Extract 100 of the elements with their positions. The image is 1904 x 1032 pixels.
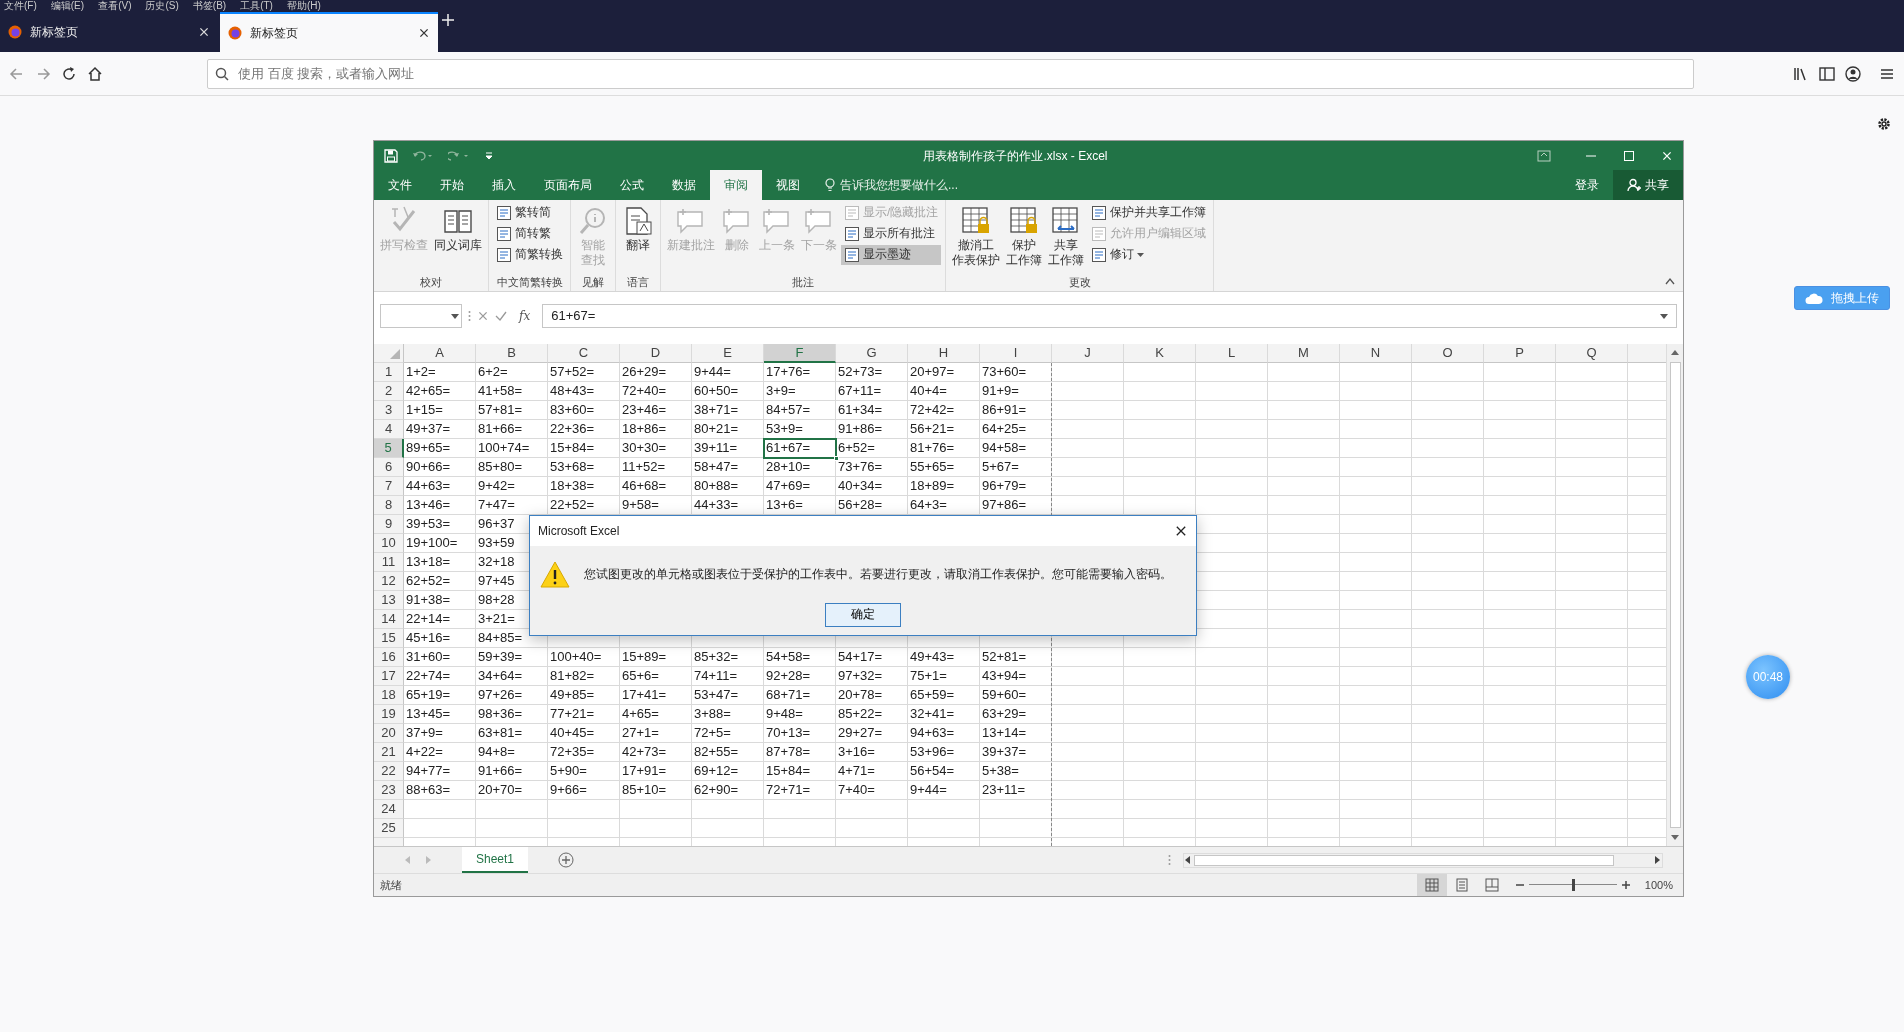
ribbon-button[interactable]: 共享 工作簿 [1046,203,1087,273]
column-header[interactable]: G [836,344,908,363]
row-header[interactable]: 9 [374,515,404,534]
ribbon-tab[interactable]: 页面布局 [530,170,606,200]
column-header[interactable]: K [1124,344,1196,363]
horizontal-scrollbar[interactable] [1183,852,1663,868]
ribbon-button[interactable]: 显示所有批注 [841,224,942,244]
row-header[interactable]: 7 [374,477,404,496]
row-header[interactable]: 4 [374,420,404,439]
share-button[interactable]: 共享 [1613,170,1683,200]
row-header[interactable]: 11 [374,553,404,572]
menu-item[interactable]: 工具(T) [240,0,273,12]
address-field[interactable]: 使用 百度 搜索，或者输入网址 [207,58,1694,89]
ribbon-tab[interactable]: 审阅 [710,170,762,200]
enter-icon[interactable] [495,310,507,322]
column-header[interactable]: Q [1556,344,1628,363]
row-header[interactable]: 24 [374,800,404,819]
account-icon[interactable] [1844,64,1862,83]
menu-item[interactable]: 文件(F) [4,0,37,12]
cancel-icon[interactable] [477,310,489,322]
formula-field[interactable]: 61+67= [542,304,1677,328]
row-header[interactable]: 19 [374,705,404,724]
row-header[interactable]: 18 [374,686,404,705]
ribbon-button[interactable]: 保护 工作簿 [1004,203,1045,273]
row-header[interactable]: 6 [374,458,404,477]
ribbon-button[interactable]: 繁转简 [493,203,566,223]
ribbon-button[interactable]: 同义词库 [432,203,484,273]
row-header[interactable]: 17 [374,667,404,686]
ribbon-button[interactable]: 翻译 [620,203,656,273]
ribbon-button[interactable]: 简繁转换 [493,245,566,265]
ribbon-button[interactable]: 简转繁 [493,224,566,244]
ribbon-button[interactable]: 修订 [1088,245,1210,265]
row-header[interactable]: 8 [374,496,404,515]
reload-icon[interactable] [60,64,78,83]
vertical-scrollbar[interactable] [1666,344,1683,846]
row-header[interactable]: 21 [374,743,404,762]
row-header[interactable]: 13 [374,591,404,610]
row-header[interactable]: 12 [374,572,404,591]
collapse-icon[interactable] [1665,277,1675,285]
browser-tab[interactable]: 新标签页 [0,12,218,52]
column-header[interactable]: N [1340,344,1412,363]
selected-cell[interactable]: 61+67= [764,439,836,458]
row-header[interactable]: 14 [374,610,404,629]
zoom-in-icon[interactable] [1620,880,1631,890]
column-header[interactable]: H [908,344,980,363]
undo-icon[interactable] [412,149,434,162]
ribbon-tab[interactable]: 插入 [478,170,530,200]
row-header[interactable]: 20 [374,724,404,743]
menu-item[interactable]: 查看(V) [98,0,132,12]
column-header[interactable]: M [1268,344,1340,363]
row-header[interactable]: 5 [374,439,404,458]
ok-button[interactable]: 确定 [825,603,901,627]
row-header[interactable]: 16 [374,648,404,667]
ribbon-tab[interactable]: 开始 [426,170,478,200]
ribbon-tab[interactable]: 文件 [374,170,426,200]
ribbon-button[interactable]: 撤消工 作表保护 [950,203,1003,273]
ribbon-options-icon[interactable] [1537,149,1551,162]
zoom-level[interactable]: 100% [1644,876,1673,894]
redo-icon[interactable] [448,149,470,162]
row-header[interactable]: 22 [374,762,404,781]
menu-item[interactable]: 编辑(E) [50,0,85,12]
row-header[interactable]: 2 [374,382,404,401]
column-header[interactable]: F [764,344,836,363]
save-icon[interactable] [384,148,398,163]
plus-icon[interactable] [440,12,456,28]
ribbon-button[interactable]: 显示墨迹 [841,245,942,265]
sidebar-icon[interactable] [1818,64,1836,83]
row-header[interactable]: 10 [374,534,404,553]
column-header[interactable]: J [1052,344,1124,363]
menu-item[interactable]: 帮助(H) [286,0,321,12]
tell-me-search[interactable]: 告诉我您想要做什么... [840,176,958,194]
view-button[interactable] [1416,874,1447,896]
sign-in-link[interactable]: 登录 [1575,176,1599,194]
home-icon[interactable] [86,64,104,83]
column-header[interactable]: D [620,344,692,363]
column-header[interactable]: O [1412,344,1484,363]
fill-handle[interactable] [834,456,839,461]
customize-icon[interactable] [484,150,494,161]
sheet-tab[interactable]: Sheet1 [462,846,529,873]
menu-item[interactable]: 书签(B) [192,0,227,12]
insert-function-button[interactable]: fx [513,307,537,325]
row-header[interactable]: 23 [374,781,404,800]
ribbon-tab[interactable]: 视图 [762,170,814,200]
column-header[interactable]: A [404,344,476,363]
column-header[interactable]: P [1484,344,1556,363]
row-header[interactable]: 1 [374,363,404,382]
row-header[interactable]: 25 [374,819,404,838]
column-header[interactable]: L [1196,344,1268,363]
ribbon-tab[interactable]: 公式 [606,170,658,200]
settings-icon[interactable] [1876,116,1892,132]
menu-item[interactable]: 历史(S) [145,0,179,12]
ribbon-button[interactable]: 保护并共享工作簿 [1088,203,1210,223]
maximize-icon[interactable] [1623,149,1635,162]
column-header[interactable]: C [548,344,620,363]
column-header[interactable]: E [692,344,764,363]
add-sheet-icon[interactable] [558,852,575,868]
ribbon-tab[interactable]: 数据 [658,170,710,200]
row-header[interactable]: 3 [374,401,404,420]
close-icon[interactable] [418,27,430,39]
column-header[interactable]: B [476,344,548,363]
